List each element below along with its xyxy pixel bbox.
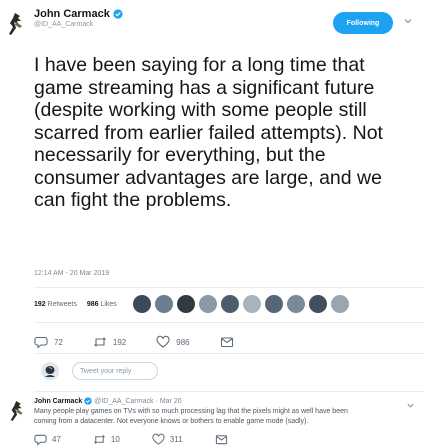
reply-author-avatar[interactable] bbox=[8, 400, 28, 422]
liker-avatar[interactable] bbox=[308, 295, 327, 313]
likes-count: 986 bbox=[86, 300, 99, 308]
likers-avatars bbox=[132, 295, 353, 313]
reply-count: 72 bbox=[54, 337, 63, 347]
liker-avatar[interactable] bbox=[286, 295, 305, 313]
reply-body: John Carmack @ID_AA_Carmack · Mar 20 Man… bbox=[34, 397, 404, 426]
retweet-count: 192 bbox=[112, 337, 127, 347]
retweet-icon bbox=[94, 337, 106, 347]
liker-avatar[interactable] bbox=[220, 295, 239, 313]
reply-composer: Tweet your reply bbox=[34, 354, 424, 388]
chevron-down-icon[interactable] bbox=[406, 401, 415, 410]
author-name-row: John Carmack bbox=[34, 8, 123, 20]
retweet-action[interactable]: 10 bbox=[93, 433, 120, 446]
retweet-count: 10 bbox=[110, 434, 120, 444]
liker-avatar[interactable] bbox=[176, 295, 195, 313]
liker-avatar[interactable] bbox=[330, 295, 349, 313]
tweet-timestamp[interactable]: 12:14 AM - 20 Mar 2019 bbox=[34, 270, 109, 277]
divider bbox=[34, 322, 424, 323]
verified-badge-icon bbox=[113, 9, 123, 19]
direct-message-action[interactable] bbox=[215, 433, 228, 446]
reply-separator: · bbox=[155, 397, 158, 405]
divider bbox=[34, 287, 424, 288]
like-action[interactable]: 986 bbox=[156, 335, 190, 349]
divider bbox=[34, 391, 424, 392]
reply-header: John Carmack @ID_AA_Carmack · Mar 20 bbox=[34, 397, 404, 405]
chevron-down-icon[interactable] bbox=[403, 16, 413, 26]
retweet-action[interactable]: 192 bbox=[93, 335, 126, 349]
retweets-label: Retweets bbox=[47, 300, 77, 308]
liker-avatar[interactable] bbox=[132, 295, 151, 313]
liker-avatar[interactable] bbox=[198, 295, 217, 313]
envelope-icon bbox=[220, 337, 233, 348]
author-name[interactable]: John Carmack bbox=[34, 8, 110, 20]
following-button[interactable]: Following bbox=[333, 12, 393, 34]
liker-avatar[interactable] bbox=[154, 295, 173, 313]
reply-text: Many people play games on TVs with so mu… bbox=[34, 408, 348, 425]
reply-icon bbox=[34, 434, 47, 446]
likes-label: Likes bbox=[100, 300, 117, 308]
like-count: 311 bbox=[169, 434, 183, 444]
like-action[interactable]: 311 bbox=[152, 433, 183, 446]
reply-author-handle[interactable]: @ID_AA_Carmack bbox=[94, 398, 153, 405]
reply-input[interactable]: Tweet your reply bbox=[72, 362, 158, 380]
author-avatar[interactable] bbox=[6, 12, 28, 36]
reply-count: 47 bbox=[52, 434, 61, 444]
reply-action[interactable]: 47 bbox=[34, 433, 61, 446]
author-block: John Carmack @ID_AA_Carmack bbox=[34, 8, 123, 28]
reply-action[interactable]: 72 bbox=[34, 335, 63, 349]
heart-icon bbox=[156, 335, 170, 348]
tweet-actions: 72 192 986 bbox=[34, 332, 334, 352]
direct-message-action[interactable] bbox=[220, 335, 234, 349]
heart-icon bbox=[152, 433, 165, 445]
retweets-stat[interactable]: 192 Retweets bbox=[34, 301, 77, 308]
retweet-icon bbox=[93, 434, 105, 444]
likes-stat[interactable]: 986 Likes bbox=[87, 301, 117, 308]
verified-badge-icon bbox=[84, 397, 92, 405]
reply-date[interactable]: Mar 20 bbox=[160, 398, 182, 405]
like-count: 986 bbox=[176, 337, 190, 347]
envelope-icon bbox=[215, 434, 227, 444]
reply-author-name[interactable]: John Carmack bbox=[34, 398, 82, 405]
retweets-count: 192 bbox=[34, 300, 46, 308]
reply-actions: 47 10 311 bbox=[34, 432, 334, 446]
liker-avatar[interactable] bbox=[242, 295, 261, 313]
tweet-stats: 192 Retweets 986 Likes bbox=[34, 289, 424, 319]
reply-icon bbox=[34, 336, 48, 349]
user-avatar-icon[interactable] bbox=[40, 361, 60, 381]
tweet-text: I have been saying for a long time that … bbox=[34, 54, 383, 211]
liker-avatar[interactable] bbox=[264, 295, 283, 313]
author-handle[interactable]: @ID_AA_Carmack bbox=[34, 21, 123, 28]
